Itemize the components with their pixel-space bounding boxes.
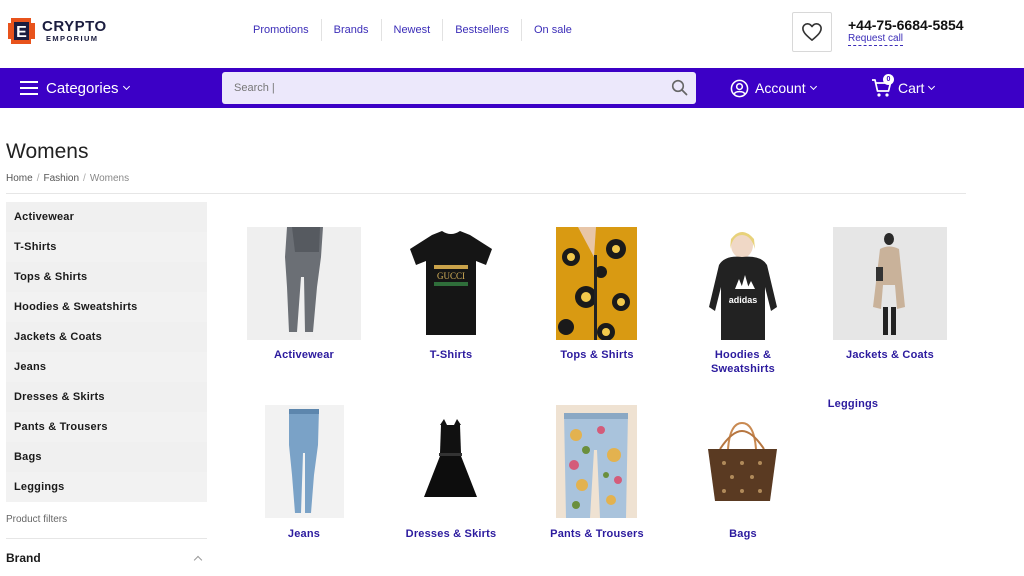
chevron-down-icon: [928, 82, 936, 90]
category-label-jeans[interactable]: Jeans: [247, 527, 361, 541]
sidebar-item-tops-shirts[interactable]: Tops & Shirts: [6, 261, 207, 292]
breadcrumb: Home / Fashion / Womens: [6, 173, 130, 184]
phone-number[interactable]: +44-75-6684-5854: [848, 17, 964, 33]
category-image-bags[interactable]: [702, 405, 783, 518]
category-image-jackets-coats[interactable]: [833, 227, 947, 340]
sidebar-item-hoodies-sweatshirts[interactable]: Hoodies & Sweatshirts: [6, 291, 207, 322]
wishlist-button[interactable]: [792, 12, 832, 52]
tshirt-print-text: GUCCI: [437, 271, 465, 281]
nav-brands[interactable]: Brands: [322, 19, 382, 41]
chevron-down-icon: [122, 82, 130, 90]
category-image-jeans[interactable]: [265, 405, 344, 518]
account-menu-button[interactable]: Account: [730, 68, 817, 108]
breadcrumb-current: Womens: [89, 173, 130, 184]
category-label-t-shirts[interactable]: T-Shirts: [394, 348, 508, 362]
category-label-pants-trousers[interactable]: Pants & Trousers: [540, 527, 654, 541]
category-image-activewear[interactable]: [247, 227, 361, 340]
page-title: Womens: [6, 140, 89, 163]
nav-newest[interactable]: Newest: [382, 19, 444, 41]
breadcrumb-fashion[interactable]: Fashion: [43, 173, 79, 184]
category-label-tops-shirts[interactable]: Tops & Shirts: [540, 348, 654, 362]
hamburger-icon: [20, 81, 38, 95]
filters-divider: [6, 538, 207, 539]
category-label-dresses-skirts[interactable]: Dresses & Skirts: [394, 527, 508, 541]
brand-filter-toggle[interactable]: Brand: [6, 550, 207, 566]
nav-on-sale[interactable]: On sale: [522, 19, 584, 41]
category-image-hoodies[interactable]: adidas: [705, 227, 781, 340]
breadcrumb-home[interactable]: Home: [6, 173, 33, 184]
cart-count-badge: 0: [883, 74, 894, 85]
brand-filter-label: Brand: [6, 551, 41, 565]
sidebar-item-t-shirts[interactable]: T-Shirts: [6, 231, 207, 262]
categories-menu-button[interactable]: Categories: [20, 68, 130, 108]
top-header: E CRYPTO EMPORIUM Promotions Brands Newe…: [0, 0, 1024, 68]
logo-mark-icon: E: [8, 14, 38, 48]
search-bar: [222, 72, 696, 104]
sidebar-item-activewear[interactable]: Activewear: [6, 202, 207, 232]
top-nav: Promotions Brands Newest Bestsellers On …: [241, 19, 584, 41]
sidebar-item-jeans[interactable]: Jeans: [6, 351, 207, 382]
cart-label: Cart: [898, 80, 925, 96]
cart-button[interactable]: 0 Cart: [871, 68, 936, 108]
category-label-bags[interactable]: Bags: [686, 527, 800, 541]
search-icon[interactable]: [671, 79, 688, 101]
categories-label: Categories: [46, 79, 119, 97]
sidebar-item-pants-trousers[interactable]: Pants & Trousers: [6, 411, 207, 442]
search-input[interactable]: [222, 73, 642, 103]
category-sidebar: Activewear T-Shirts Tops & Shirts Hoodie…: [6, 202, 207, 502]
hoodie-print-text: adidas: [729, 295, 758, 305]
category-label-activewear[interactable]: Activewear: [247, 348, 361, 362]
category-label-jackets-coats[interactable]: Jackets & Coats: [833, 348, 947, 362]
heading-divider: [6, 193, 966, 194]
logo-line1: CRYPTO: [42, 18, 107, 36]
heart-icon: [802, 23, 822, 41]
nav-promotions[interactable]: Promotions: [241, 19, 322, 41]
sidebar-item-leggings[interactable]: Leggings: [6, 471, 207, 502]
logo[interactable]: E CRYPTO EMPORIUM: [8, 14, 107, 48]
logo-text: CRYPTO EMPORIUM: [42, 19, 107, 43]
sidebar-item-jackets-coats[interactable]: Jackets & Coats: [6, 321, 207, 352]
logo-line2: EMPORIUM: [46, 34, 99, 44]
category-image-dresses-skirts[interactable]: [405, 405, 496, 518]
chevron-down-icon: [809, 82, 817, 90]
product-filters-label: Product filters: [6, 514, 68, 525]
main-bar: Categories Account 0 Cart: [0, 68, 1024, 108]
cart-icon: 0: [871, 74, 894, 99]
logo-letter: E: [16, 24, 27, 41]
request-call-link[interactable]: Request call: [848, 33, 904, 46]
category-image-tops-shirts[interactable]: [556, 227, 637, 340]
chevron-up-icon: [193, 555, 203, 565]
account-label: Account: [755, 80, 806, 96]
category-image-t-shirts[interactable]: GUCCI: [394, 227, 508, 340]
sidebar-item-bags[interactable]: Bags: [6, 441, 207, 472]
nav-bestsellers[interactable]: Bestsellers: [443, 19, 522, 41]
category-image-pants-trousers[interactable]: [556, 405, 637, 518]
sidebar-item-dresses-skirts[interactable]: Dresses & Skirts: [6, 381, 207, 412]
category-label-hoodies-sweatshirts[interactable]: Hoodies & Sweatshirts: [700, 348, 786, 376]
category-label-leggings[interactable]: Leggings: [810, 397, 896, 411]
user-icon: [730, 79, 749, 97]
